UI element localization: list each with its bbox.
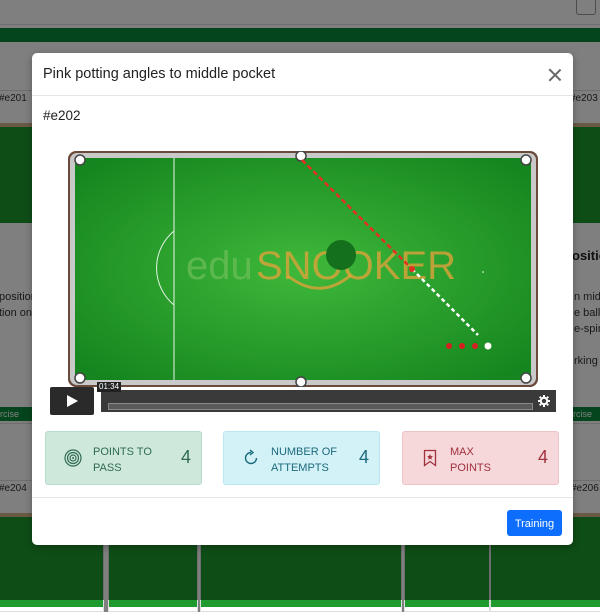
refresh-icon bbox=[244, 449, 258, 465]
max-points-box: Max points 4 bbox=[402, 431, 559, 485]
stat-label: Max points bbox=[450, 446, 491, 474]
points-to-pass-box: Points to pass 4 bbox=[45, 431, 202, 485]
video-controls: 01:34 bbox=[50, 382, 556, 415]
training-button[interactable]: Training bbox=[507, 510, 562, 536]
stat-value: 4 bbox=[537, 447, 548, 467]
stat-value: 4 bbox=[358, 447, 369, 467]
svg-text:edu: edu bbox=[186, 244, 253, 288]
svg-text:SNOOKER: SNOOKER bbox=[256, 244, 456, 288]
stat-label: Number of attempts bbox=[271, 446, 337, 474]
modal-footer: Training bbox=[32, 497, 573, 546]
exercise-code: #e202 bbox=[43, 108, 81, 123]
number-of-attempts-box: Number of attempts 4 bbox=[223, 431, 380, 485]
play-icon bbox=[67, 395, 78, 407]
stat-label: Points to pass bbox=[93, 446, 152, 474]
video-player[interactable]: edu SNOOKER 01:34 bbox=[50, 143, 556, 415]
bookmark-icon bbox=[423, 449, 437, 467]
close-icon[interactable] bbox=[545, 65, 565, 85]
modal-title: Pink potting angles to middle pocket bbox=[43, 66, 276, 82]
play-button[interactable] bbox=[50, 387, 94, 415]
gear-icon[interactable] bbox=[538, 395, 550, 407]
seek-track[interactable] bbox=[108, 403, 533, 410]
video-progress-bar[interactable]: 01:34 bbox=[97, 382, 556, 412]
modal-header: Pink potting angles to middle pocket bbox=[32, 53, 573, 96]
exercise-modal: Pink potting angles to middle pocket #e2… bbox=[32, 53, 573, 545]
stat-value: 4 bbox=[180, 447, 191, 467]
target-icon bbox=[64, 449, 82, 467]
snooker-table-diagram: edu SNOOKER bbox=[68, 151, 538, 387]
video-time: 01:34 bbox=[97, 382, 122, 392]
